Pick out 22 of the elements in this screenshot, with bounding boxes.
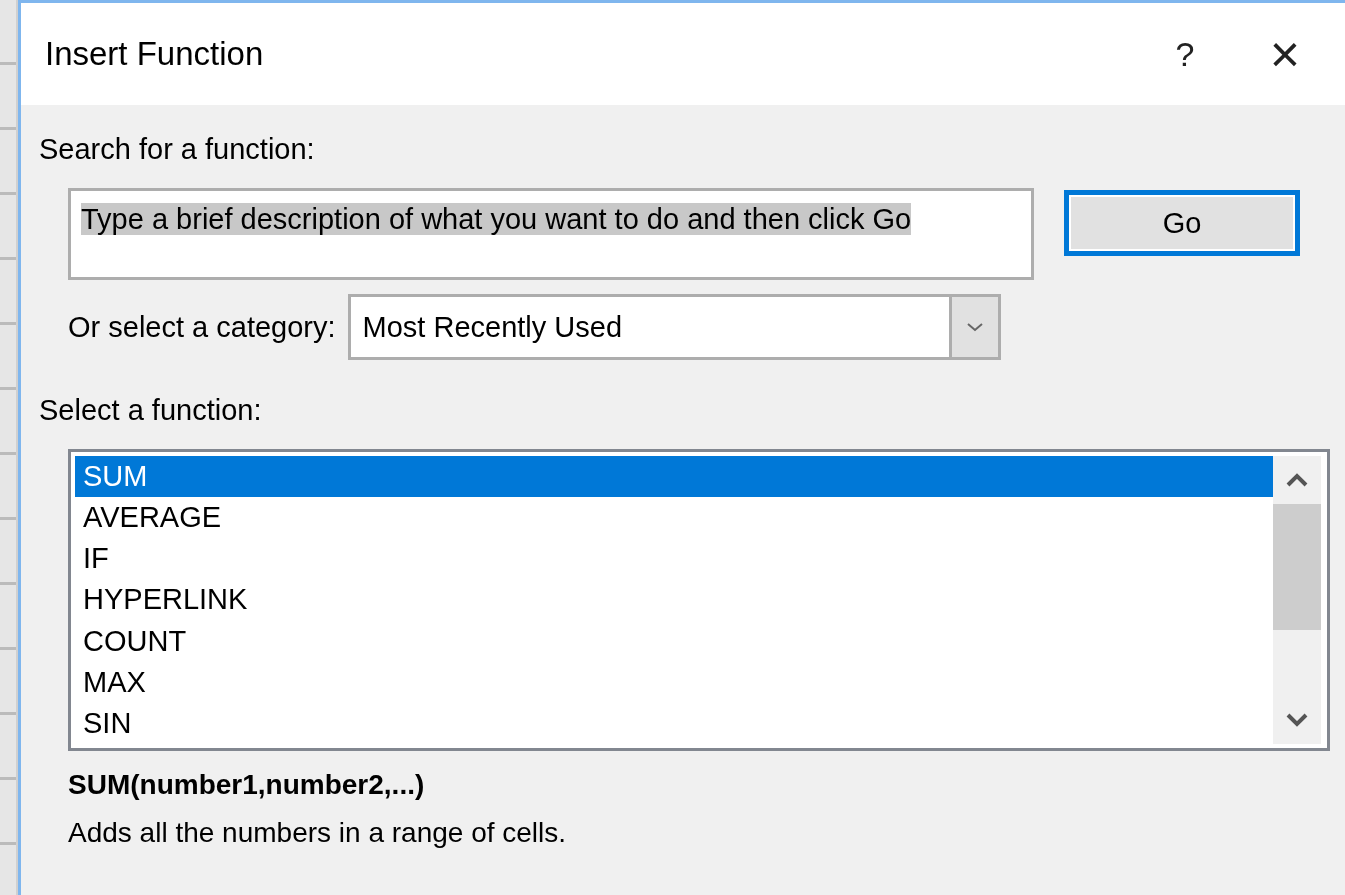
function-signature: SUM(number1,number2,...) [68,769,425,801]
function-list-label: Select a function: [39,394,262,427]
function-item[interactable]: SUM [75,456,1273,498]
go-button[interactable]: Go [1064,190,1300,256]
function-description: Adds all the numbers in a range of cells. [68,817,567,849]
scroll-up-icon[interactable] [1285,472,1309,488]
help-button[interactable]: ? [1135,19,1235,89]
function-item[interactable]: AVERAGE [75,497,1273,539]
close-button[interactable]: × [1235,19,1335,89]
scroll-down-icon[interactable] [1285,712,1309,728]
category-label: Or select a category: [68,310,336,344]
window-title: Insert Function [45,35,265,73]
search-field[interactable]: Type a brief description of what you want to do and then click Go [68,188,1034,280]
scrollbar-thumb[interactable] [1273,504,1321,630]
function-item[interactable]: IF [75,538,1273,580]
function-item[interactable]: COUNT [75,620,1273,662]
search-label: Search for a function: [39,133,315,166]
function-item[interactable]: MAX [75,661,1273,703]
category-dropdown[interactable]: Most Recently Used [347,294,1001,360]
function-item[interactable]: SIN [75,702,1273,744]
chevron-down-icon [965,321,984,333]
function-item[interactable]: HYPERLINK [75,579,1273,621]
